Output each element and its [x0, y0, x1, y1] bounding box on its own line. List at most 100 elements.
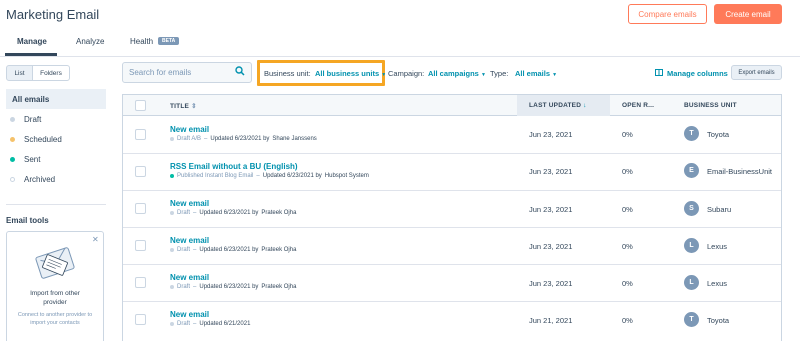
search-icon[interactable] [235, 66, 245, 76]
email-status: Draft [177, 321, 191, 327]
import-tool-description: Connect to another provider to import yo… [17, 312, 93, 326]
email-tools-heading: Email tools [6, 216, 49, 225]
business-unit-cell: Lexus [707, 242, 728, 251]
email-meta: Draft – Updated 6/23/2021 by Prateek Ojh… [170, 247, 296, 253]
email-meta: Draft – Updated 6/23/2021 by Prateek Ojh… [170, 210, 296, 216]
page-title: Marketing Email [6, 7, 100, 22]
business-unit-dropdown[interactable]: All business units ▼ [315, 69, 386, 78]
email-name-link[interactable]: New email [170, 310, 209, 319]
campaign-value: All campaigns [428, 69, 479, 78]
open-rate-cell: 0% [622, 279, 633, 288]
email-meta: Published Instant Blog Email – Updated 6… [170, 173, 369, 179]
folders-view-toggle[interactable]: Folders [32, 65, 70, 81]
header-divider [0, 56, 800, 57]
import-tool-title: Import from other provider [30, 290, 80, 306]
avatar: T [684, 126, 699, 141]
draft-status-dot [170, 211, 174, 215]
draft-status-dot [170, 248, 174, 252]
email-status: Draft [177, 210, 191, 216]
chevron-down-icon: ▼ [480, 72, 486, 78]
sort-icon: ⇕ [191, 103, 197, 110]
sidebar-item-label: Sent [24, 155, 41, 164]
email-name-link[interactable]: New email [170, 273, 209, 282]
row-checkbox[interactable] [135, 314, 146, 325]
business-unit-label: Business unit: [264, 69, 311, 78]
row-divider [123, 227, 781, 228]
list-view-toggle[interactable]: List [6, 65, 33, 81]
email-author: Shane Janssens [272, 136, 317, 142]
column-header-open-rate[interactable]: OPEN R... [622, 102, 654, 109]
type-dropdown[interactable]: All emails ▼ [515, 69, 557, 78]
import-illustration-icon [35, 247, 75, 279]
separator: – [193, 284, 197, 290]
sidebar-item-scheduled[interactable]: Scheduled [10, 135, 62, 144]
last-updated-cell: Jun 21, 2021 [529, 316, 573, 325]
compare-emails-button[interactable]: Compare emails [628, 4, 707, 24]
email-updated: Updated 6/23/2021 by [199, 284, 259, 290]
last-updated-cell: Jun 23, 2021 [529, 167, 573, 176]
manage-columns-link[interactable]: Manage columns [667, 69, 728, 78]
sidebar-item-draft[interactable]: Draft [10, 115, 41, 124]
email-author: Hubspot System [324, 173, 369, 179]
separator: – [193, 321, 197, 327]
create-email-button[interactable]: Create email [714, 4, 782, 24]
chevron-down-icon: ▼ [381, 72, 387, 78]
row-divider [123, 301, 781, 302]
open-rate-cell: 0% [622, 167, 633, 176]
email-status: Draft [177, 247, 191, 253]
column-header-title[interactable]: TITLE ⇕ [170, 102, 197, 110]
separator: – [256, 173, 260, 179]
published-status-dot [170, 174, 174, 178]
avatar: L [684, 275, 699, 290]
table-header [123, 95, 781, 116]
email-updated: Updated 6/23/2021 by [210, 136, 270, 142]
row-checkbox[interactable] [135, 129, 146, 140]
email-name-link[interactable]: New email [170, 199, 209, 208]
sidebar-item-label: Archived [24, 175, 56, 184]
business-unit-cell: Subaru [707, 205, 732, 214]
row-checkbox[interactable] [135, 240, 146, 251]
email-name-link[interactable]: RSS Email without a BU (English) [170, 162, 298, 171]
draft-status-dot [170, 285, 174, 289]
close-icon[interactable]: ✕ [92, 235, 99, 244]
email-author: Prateek Ojha [261, 210, 297, 216]
email-updated: Updated 6/23/2021 by [199, 210, 259, 216]
sidebar-item-archived[interactable]: Archived [10, 175, 55, 184]
row-checkbox[interactable] [135, 166, 146, 177]
row-checkbox[interactable] [135, 203, 146, 214]
email-meta: Draft A/B – Updated 6/23/2021 by Shane J… [170, 136, 317, 142]
export-emails-button[interactable]: Export emails [731, 65, 782, 80]
avatar: S [684, 201, 699, 216]
column-header-last-updated[interactable]: LAST UPDATED ↓ [529, 102, 587, 109]
tab-analyze[interactable]: Analyze [76, 37, 104, 46]
draft-status-dot [170, 322, 174, 326]
select-all-checkbox[interactable] [135, 100, 146, 111]
campaign-dropdown[interactable]: All campaigns ▼ [428, 69, 486, 78]
open-rate-cell: 0% [622, 316, 633, 325]
sidebar-divider [6, 204, 106, 205]
row-checkbox[interactable] [135, 277, 146, 288]
type-value: All emails [515, 69, 551, 78]
draft-status-dot [170, 137, 174, 141]
open-rate-cell: 0% [622, 242, 633, 251]
business-unit-cell: Toyota [707, 130, 730, 139]
business-unit-cell: Toyota [707, 316, 730, 325]
separator: – [193, 247, 197, 253]
row-divider [123, 190, 781, 191]
archived-status-dot [10, 177, 15, 182]
column-header-business-unit[interactable]: BUSINESS UNIT [684, 102, 737, 109]
columns-icon [655, 69, 663, 76]
draft-status-dot [10, 117, 15, 122]
email-status: Draft A/B [177, 136, 202, 142]
open-rate-cell: 0% [622, 205, 633, 214]
sidebar-item-all-emails[interactable]: All emails [6, 89, 106, 109]
business-unit-value: All business units [315, 69, 380, 78]
sidebar-item-sent[interactable]: Sent [10, 155, 40, 164]
email-name-link[interactable]: New email [170, 125, 209, 134]
chevron-down-icon: ▼ [552, 72, 558, 78]
tab-health[interactable]: Health [130, 37, 153, 46]
tab-manage[interactable]: Manage [17, 37, 47, 46]
search-input[interactable]: Search for emails [122, 62, 252, 83]
email-name-link[interactable]: New email [170, 236, 209, 245]
row-divider [123, 264, 781, 265]
